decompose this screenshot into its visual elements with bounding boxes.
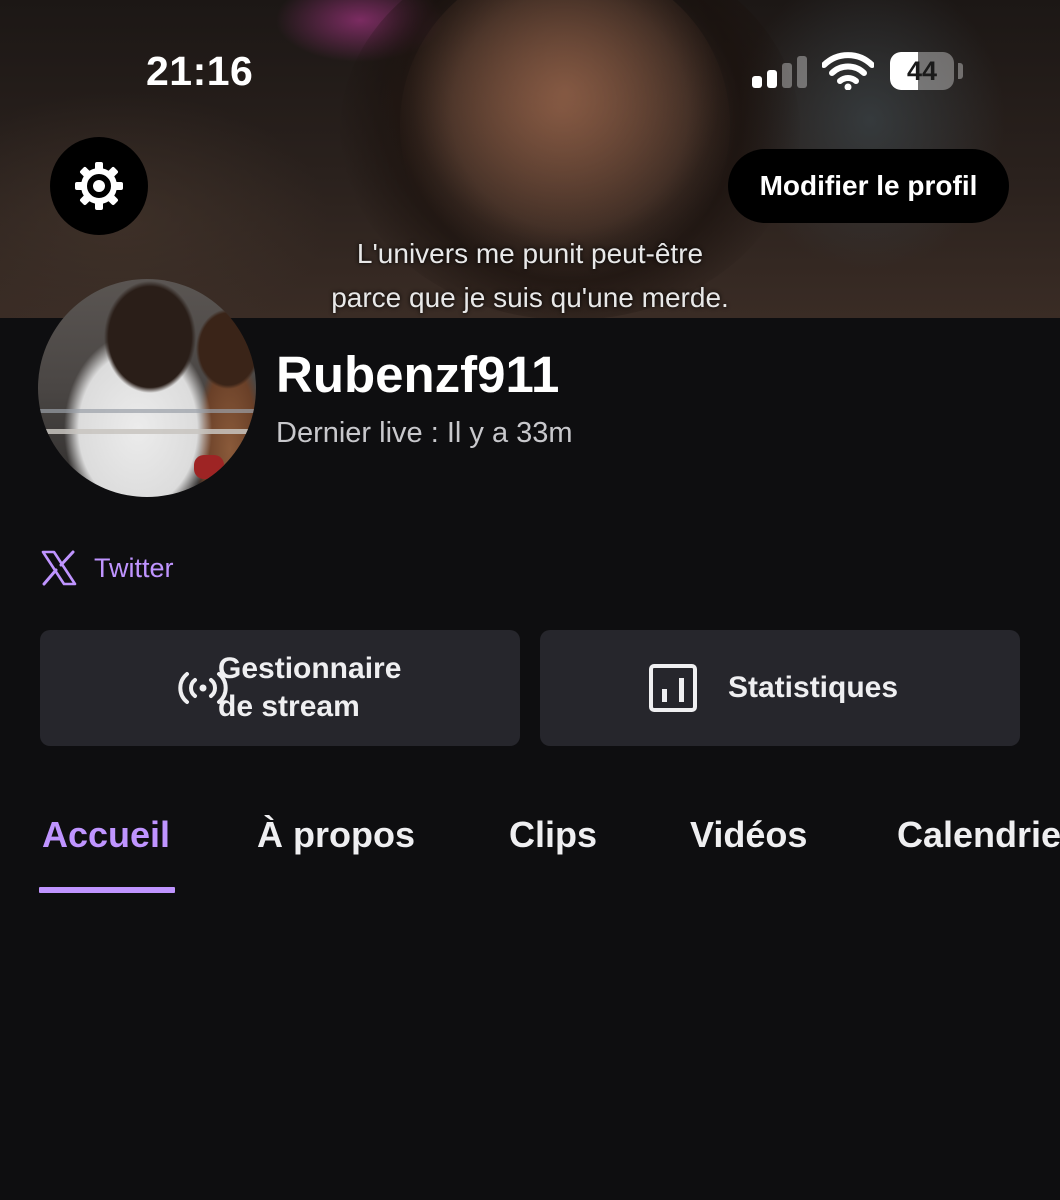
tab-calendrier[interactable]: Calendrier [897,814,1060,856]
battery-cap [958,63,963,79]
username: Rubenzf911 [276,346,560,403]
tab-accueil[interactable]: Accueil [42,814,170,856]
banner-caption-line1: L'univers me punit peut-être [356,238,704,269]
tab-clips[interactable]: Clips [509,814,597,856]
tab-videos[interactable]: Vidéos [690,814,807,856]
status-time: 21:16 [146,48,254,94]
status-bar: 21:16 44 [0,0,1060,130]
stream-manager-label-line1: Gestionnaire [218,652,402,685]
tab-a-propos[interactable]: À propos [257,814,415,856]
gear-icon [75,162,123,210]
stream-manager-label: Gestionnaire de stream [218,650,401,726]
stream-manager-button[interactable]: Gestionnaire de stream [40,630,520,746]
cellular-signal-icon [752,54,808,88]
statistics-button[interactable]: Statistiques [540,630,1020,746]
twitter-label: Twitter [94,552,174,583]
stream-manager-label-line2: de stream [218,690,360,723]
battery-percent: 44 [906,56,938,86]
avatar[interactable] [38,279,256,497]
stats-chart-icon [649,664,697,712]
settings-button[interactable] [50,137,148,235]
edit-profile-button[interactable]: Modifier le profil [728,149,1009,223]
wifi-icon [822,52,874,90]
last-live-status: Dernier live : Il y a 33m [276,417,573,449]
avatar-detail [194,455,224,479]
x-logo-icon [41,550,77,586]
battery-icon: 44 [890,52,954,90]
twitter-link[interactable]: Twitter [40,548,174,588]
profile-tabs: Accueil À propos Clips Vidéos Calendrier [0,814,1060,900]
active-tab-indicator [39,887,175,893]
avatar-detail [38,409,256,413]
statistics-label: Statistiques [728,671,899,704]
avatar-detail [38,429,256,434]
